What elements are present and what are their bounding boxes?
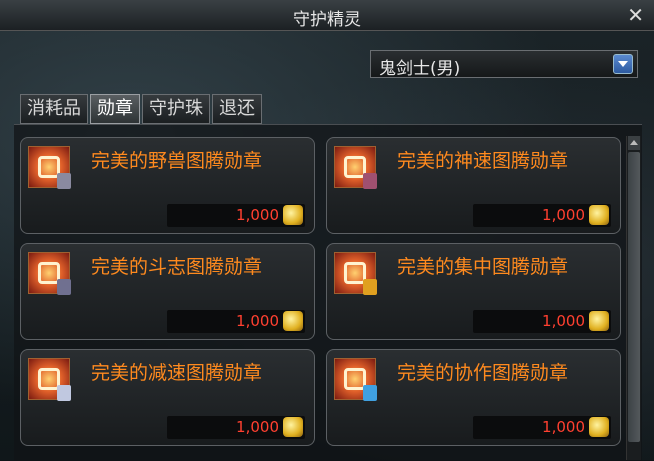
item-name: 完美的协作图腾勋章: [397, 362, 569, 384]
medal-icon: [334, 252, 377, 295]
gold-coin-icon: [589, 311, 609, 331]
gold-coin-icon: [283, 311, 303, 331]
tab-medals[interactable]: 勋章: [90, 94, 140, 124]
item-name: 完美的集中图腾勋章: [397, 256, 569, 278]
class-select-value: 鬼剑士(男): [379, 59, 461, 79]
medal-icon: [334, 146, 377, 189]
window-title: 守护精灵: [293, 10, 361, 30]
scroll-thumb[interactable]: [628, 152, 640, 442]
price-bar: 1,000: [473, 416, 611, 439]
scroll-up-icon[interactable]: [628, 136, 640, 150]
list-item[interactable]: 完美的斗志图腾勋章 1,000: [20, 243, 315, 340]
list-item[interactable]: 完美的协作图腾勋章 1,000: [326, 349, 621, 446]
item-name: 完美的野兽图腾勋章: [91, 150, 263, 172]
price-bar: 1,000: [167, 204, 305, 227]
item-price: 1,000: [542, 206, 585, 224]
class-badge-icon: [363, 279, 377, 295]
title-bar: 守护精灵 ✕: [0, 0, 654, 31]
tab-return[interactable]: 退还: [212, 94, 262, 124]
class-badge-icon: [57, 173, 71, 189]
chevron-down-icon[interactable]: [613, 54, 633, 74]
tab-consumables[interactable]: 消耗品: [20, 94, 88, 124]
list-item[interactable]: 完美的减速图腾勋章 1,000: [20, 349, 315, 446]
scrollbar[interactable]: [626, 136, 641, 460]
close-icon[interactable]: ✕: [627, 3, 644, 27]
gold-coin-icon: [283, 417, 303, 437]
price-bar: 1,000: [473, 310, 611, 333]
item-price: 1,000: [236, 206, 279, 224]
item-price: 1,000: [542, 312, 585, 330]
item-price: 1,000: [542, 418, 585, 436]
item-name: 完美的斗志图腾勋章: [91, 256, 263, 278]
tab-guard-beads[interactable]: 守护珠: [142, 94, 210, 124]
item-name: 完美的神速图腾勋章: [397, 150, 569, 172]
medal-icon: [334, 358, 377, 401]
item-list-panel: 完美的野兽图腾勋章 1,000 完美的神速图腾勋章 1,000 完美的斗志图腾勋…: [14, 124, 642, 461]
medal-icon: [28, 146, 71, 189]
price-bar: 1,000: [167, 310, 305, 333]
gold-coin-icon: [589, 205, 609, 225]
class-badge-icon: [57, 385, 71, 401]
class-badge-icon: [363, 385, 377, 401]
medal-icon: [28, 358, 71, 401]
list-item[interactable]: 完美的野兽图腾勋章 1,000: [20, 137, 315, 234]
gold-coin-icon: [283, 205, 303, 225]
list-item[interactable]: 完美的集中图腾勋章 1,000: [326, 243, 621, 340]
price-bar: 1,000: [167, 416, 305, 439]
item-price: 1,000: [236, 418, 279, 436]
class-badge-icon: [363, 173, 377, 189]
class-select[interactable]: 鬼剑士(男): [370, 50, 638, 79]
tab-bar: 消耗品 勋章 守护珠 退还: [20, 94, 264, 124]
list-item[interactable]: 完美的神速图腾勋章 1,000: [326, 137, 621, 234]
gold-coin-icon: [589, 417, 609, 437]
medal-icon: [28, 252, 71, 295]
item-name: 完美的减速图腾勋章: [91, 362, 263, 384]
item-price: 1,000: [236, 312, 279, 330]
price-bar: 1,000: [473, 204, 611, 227]
class-badge-icon: [57, 279, 71, 295]
